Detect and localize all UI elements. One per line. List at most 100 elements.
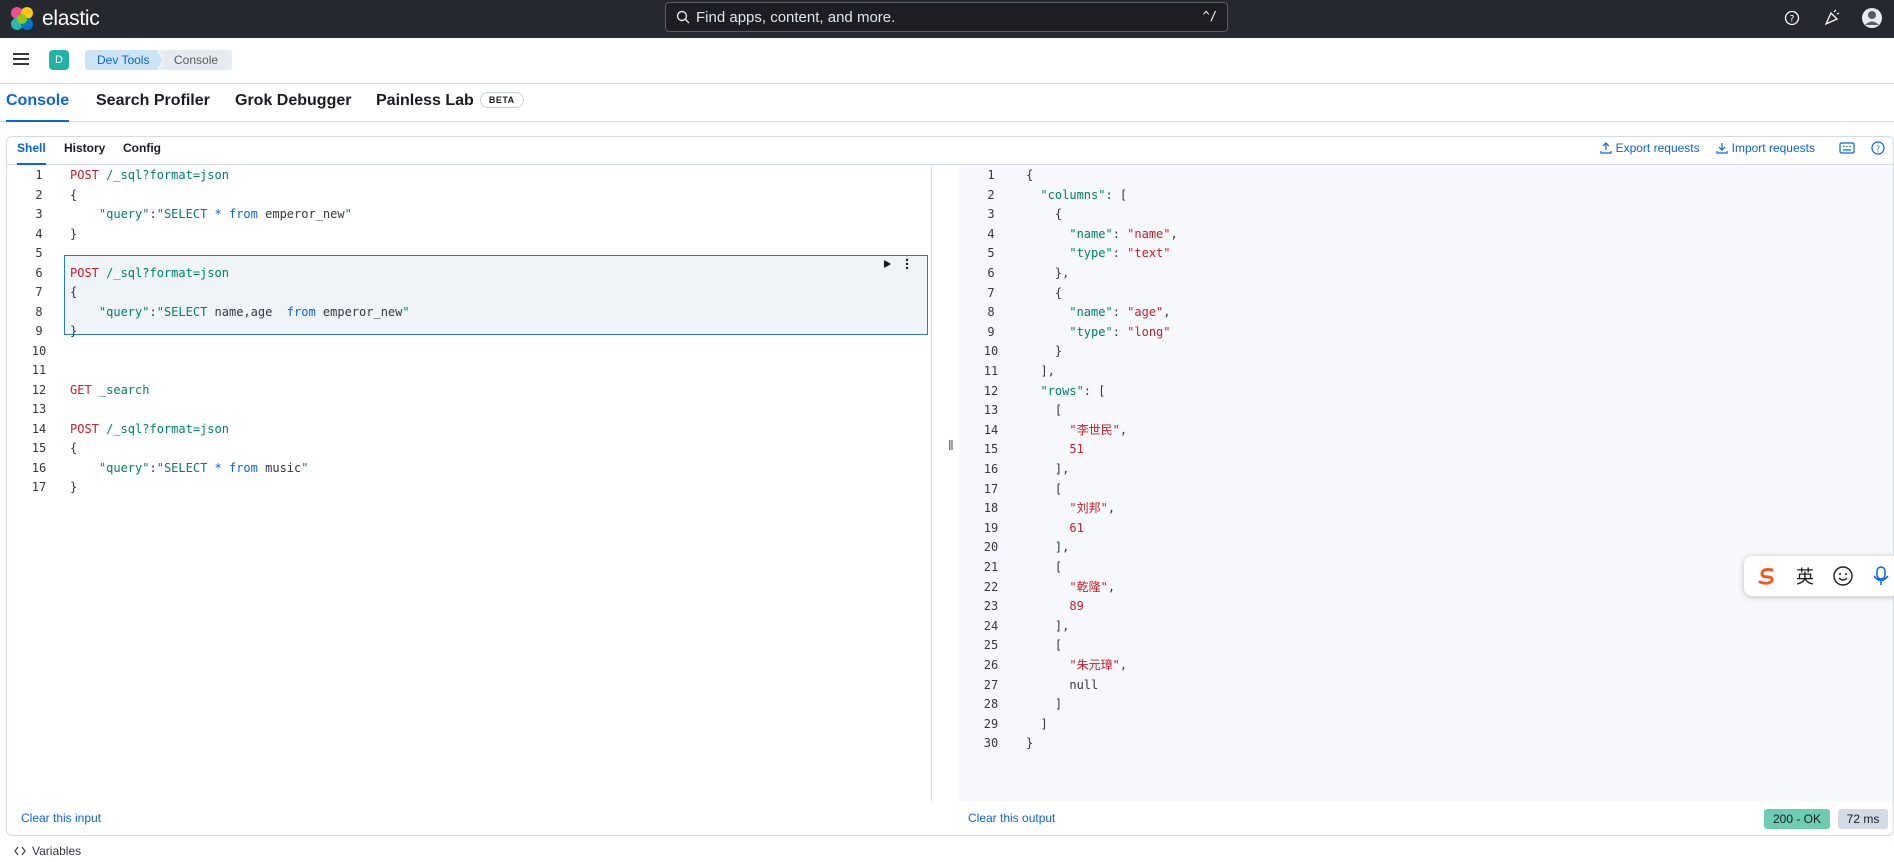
output-code: ] (1026, 716, 1048, 731)
output-line: 12 "rows": [ (959, 382, 1893, 401)
editor-code: POST /_sql?format=json (70, 168, 229, 182)
output-code: "李世民", (1026, 422, 1128, 437)
tab-search-profiler[interactable]: Search Profiler (96, 92, 210, 122)
line-number: 5 (987, 246, 995, 261)
output-line: 1{ (959, 166, 1893, 185)
output-line: 18 "刘邦", (959, 499, 1893, 518)
line-number: 17 (983, 481, 999, 496)
editor-line: 12 GET _search (7, 381, 932, 400)
sogou-logo-icon[interactable] (1756, 565, 1778, 587)
subtab-shell[interactable]: Shell (17, 141, 46, 165)
output-line: 13 [ (959, 401, 1893, 420)
tab-grok-debugger[interactable]: Grok Debugger (235, 92, 351, 122)
editor-line: 5 (7, 244, 932, 263)
ime-toolbar: 英 (1744, 556, 1894, 596)
editor-code: { (70, 187, 78, 202)
line-number: 10 (983, 344, 999, 359)
news-feed-icon[interactable] (1820, 6, 1844, 30)
elastic-logo[interactable]: elastic (8, 5, 100, 33)
line-number: 14 (983, 422, 999, 437)
ime-language-toggle[interactable]: 英 (1796, 563, 1814, 589)
global-search-input[interactable]: Find apps, content, and more. ^/ (665, 2, 1228, 32)
emoji-icon[interactable] (1832, 565, 1854, 587)
tab-painless-lab[interactable]: Painless Lab BETA (376, 92, 524, 122)
output-code: ] (1026, 697, 1063, 712)
output-code: [ (1026, 481, 1063, 496)
output-line: 6 }, (959, 264, 1893, 283)
variables-toggle[interactable]: Variables (14, 844, 81, 858)
panel-resizer[interactable]: ‖ (948, 437, 954, 453)
line-number: 16 (983, 462, 999, 476)
editor-line: 4} (7, 225, 932, 244)
editor-code: POST /_sql?format=json (70, 421, 229, 436)
line-number: 14 (31, 421, 47, 436)
tab-painless-lab-label: Painless Lab (376, 92, 474, 109)
output-code: { (1026, 285, 1063, 300)
code-icon (14, 846, 26, 856)
clear-input-button[interactable]: Clear this input (21, 811, 101, 825)
line-number: 13 (31, 402, 47, 416)
import-requests-button[interactable]: Import requests (1716, 141, 1815, 155)
editor-code: { (70, 285, 78, 299)
subtab-history[interactable]: History (64, 141, 105, 165)
editor-line: 1 POST /_sql?format=json (7, 166, 932, 185)
editor-line: 11 (7, 361, 932, 380)
status-badge: 200 - OK (1764, 809, 1830, 829)
help-circle-icon[interactable]: ? (1871, 141, 1885, 155)
clear-output-button[interactable]: Clear this output (968, 811, 1055, 825)
line-number: 1 (35, 168, 43, 182)
line-number: 13 (983, 403, 999, 418)
header-actions: ? (1780, 6, 1884, 30)
tab-console[interactable]: Console (6, 92, 70, 122)
breadcrumb-dev-tools[interactable]: Dev Tools (85, 50, 163, 70)
line-number: 4 (35, 226, 43, 241)
editor-line: 8 "query":"SELECT name,age from emperor_… (7, 303, 932, 322)
export-requests-button[interactable]: Export requests (1599, 141, 1700, 155)
output-code: } (1026, 736, 1034, 751)
svg-text:?: ? (1876, 145, 1880, 154)
keyboard-icon[interactable] (1839, 142, 1855, 154)
editor-divider (931, 166, 932, 801)
user-avatar[interactable] (1860, 6, 1884, 30)
line-number: 5 (35, 246, 43, 260)
editor-line: 16 "query":"SELECT * from music" (7, 459, 932, 478)
menu-icon[interactable] (12, 50, 30, 68)
output-code: ], (1026, 364, 1055, 378)
variables-label: Variables (32, 844, 82, 858)
output-line: 19 61 (959, 519, 1893, 538)
import-icon (1716, 143, 1728, 154)
output-line: 5 "type": "text" (959, 244, 1893, 263)
line-number: 3 (987, 207, 995, 222)
line-number: 15 (983, 442, 999, 457)
help-icon[interactable]: ? (1780, 6, 1804, 30)
editor-line: 14 POST /_sql?format=json (7, 420, 932, 439)
line-number: 2 (987, 187, 995, 202)
import-requests-label: Import requests (1731, 141, 1815, 155)
line-number: 9 (987, 324, 995, 339)
output-code: "乾隆", (1026, 579, 1116, 594)
subtab-config[interactable]: Config (123, 141, 161, 165)
editor-line: 13 (7, 400, 932, 419)
output-line: 25 [ (959, 636, 1893, 655)
output-code: { (1026, 168, 1034, 182)
editor-code: POST /_sql?format=json (70, 265, 229, 280)
line-number: 6 (987, 266, 995, 280)
output-code: null (1026, 677, 1099, 692)
output-line: 28 ] (959, 695, 1893, 714)
output-line: 27 null (959, 676, 1893, 695)
output-code: { (1026, 207, 1063, 222)
line-number: 16 (31, 460, 47, 475)
space-avatar[interactable]: D (49, 50, 69, 70)
editor-code: } (70, 226, 78, 241)
line-number: 8 (987, 305, 995, 320)
line-number: 29 (983, 716, 999, 731)
response-time-badge: 72 ms (1838, 809, 1888, 829)
microphone-icon[interactable] (1872, 565, 1890, 587)
output-code: } (1026, 344, 1063, 359)
output-code: "columns": [ (1026, 187, 1128, 202)
editor-line: 3 "query":"SELECT * from emperor_new" (7, 205, 932, 224)
editor-code: } (70, 324, 78, 338)
request-editor[interactable]: 1 POST /_sql?format=json 2{3 "query":"SELE… (7, 166, 932, 801)
line-number: 25 (983, 638, 999, 653)
elastic-logo-icon (11, 7, 33, 30)
